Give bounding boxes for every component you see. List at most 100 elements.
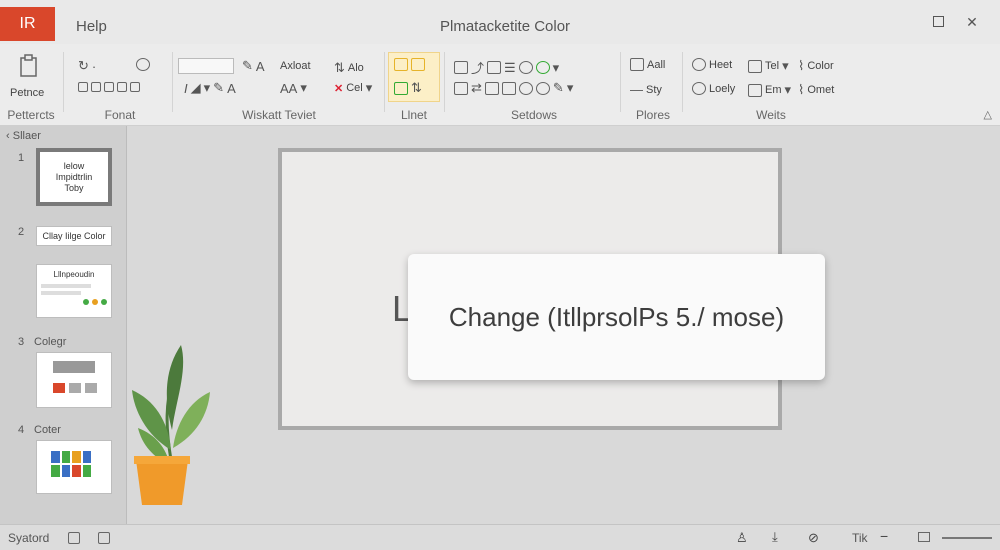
table-icon bbox=[454, 61, 468, 74]
heet-button[interactable]: Heet bbox=[692, 58, 732, 71]
slide-thumbnail-5[interactable] bbox=[36, 440, 112, 494]
zoom-slider[interactable] bbox=[942, 537, 992, 539]
ribbon-group-setdows: ⤴ ☰ ▾ ⇄ ✎ ▾ Setdows bbox=[448, 44, 620, 126]
grid-icon bbox=[487, 61, 502, 74]
note-icon bbox=[394, 58, 408, 71]
status-bar: Syatord ♙ ⤓ ⊘ Tik − bbox=[0, 524, 1000, 550]
square-icon bbox=[932, 16, 944, 27]
ring-icon bbox=[535, 81, 550, 95]
ribbon-group-font: ↻ · Fonat bbox=[66, 44, 174, 126]
group-label-setdows: Setdows bbox=[510, 108, 558, 122]
group-label-pettercts: Pettercts bbox=[7, 108, 55, 122]
tel-button[interactable]: Tel ▾ bbox=[748, 58, 789, 74]
close-icon: ✕ bbox=[966, 14, 978, 30]
slide-thumbnail-1[interactable]: lelow Impidtrlin Toby bbox=[36, 148, 112, 206]
thumbnail-line bbox=[41, 284, 91, 288]
close-button[interactable]: ✕ bbox=[962, 14, 982, 31]
pen-tool[interactable]: ✎ A bbox=[242, 58, 265, 74]
pen-icon: ✎ bbox=[552, 80, 564, 95]
alo-button[interactable]: ⇅ Alo bbox=[334, 60, 364, 76]
share-button[interactable]: ⊘ bbox=[808, 530, 819, 546]
frame-icon bbox=[117, 82, 127, 92]
aall-button[interactable]: Aall bbox=[630, 58, 665, 71]
thumbnail-block-gray bbox=[85, 383, 97, 393]
accessibility-button[interactable]: ♙ bbox=[736, 530, 748, 546]
brush-icon: ⌇ bbox=[798, 58, 805, 73]
thumbnail-text: lelow Impidtrlin Toby bbox=[55, 160, 93, 193]
clipboard-icon bbox=[20, 54, 37, 77]
sidebar-header[interactable]: ‹ Sllaer bbox=[6, 130, 41, 142]
pen-icon: ✎ bbox=[242, 58, 253, 73]
download-button[interactable]: ⤓ bbox=[772, 529, 778, 545]
chevron-left-icon: ‹ bbox=[6, 130, 13, 142]
sort-icon: ⇅ bbox=[334, 60, 345, 75]
ribbon-separator bbox=[63, 52, 64, 112]
font-tool-1[interactable]: ↻ · bbox=[78, 58, 96, 74]
pen-icon: ✎ bbox=[213, 80, 225, 95]
zoom-label: Tik bbox=[852, 531, 868, 545]
sort-icon: ⇅ bbox=[411, 80, 422, 95]
slide-thumbnail-3[interactable]: Lllnpeoudin bbox=[36, 264, 112, 318]
collapse-ribbon-icon[interactable]: △ bbox=[984, 108, 992, 121]
color-button[interactable]: ⌇ Color bbox=[798, 58, 834, 74]
llnet-tool-1[interactable] bbox=[394, 58, 425, 71]
font-tool-2[interactable] bbox=[136, 58, 150, 71]
ribbon-separator bbox=[172, 52, 173, 112]
settings-icon bbox=[692, 58, 706, 71]
circle-icon bbox=[518, 61, 533, 74]
group-label-fonat: Fonat bbox=[104, 108, 136, 122]
slide-number: 4 bbox=[18, 424, 25, 436]
tooltip-popup: Change (ItllprsolPs 5./ mose) bbox=[408, 254, 825, 380]
status-left-text: Syatord bbox=[8, 531, 50, 545]
shape-icon bbox=[518, 81, 533, 95]
arrow-icon: ⤴ bbox=[471, 61, 485, 76]
arrow-icon: ⇄ bbox=[471, 80, 482, 95]
ribbon-separator bbox=[682, 52, 683, 112]
notes-icon bbox=[98, 532, 110, 544]
axloat-button[interactable]: Axloat bbox=[280, 60, 311, 72]
cel-button[interactable]: ✕ Cel ▾ bbox=[334, 80, 372, 96]
ribbon-separator bbox=[444, 52, 445, 112]
menu-help[interactable]: Help bbox=[76, 18, 107, 35]
sty-button[interactable]: — Sty bbox=[630, 82, 662, 97]
restore-button[interactable] bbox=[928, 14, 948, 30]
slide-thumbnail-4[interactable] bbox=[36, 352, 112, 408]
italic-icon: I bbox=[184, 80, 188, 96]
grid-icon bbox=[78, 82, 88, 92]
loely-button[interactable]: Loely bbox=[692, 82, 735, 95]
app-badge[interactable]: IR bbox=[0, 7, 55, 41]
text-size-tools[interactable]: AA ▾ bbox=[280, 80, 307, 96]
link-icon: ⊘ bbox=[808, 530, 819, 545]
tooltip-text: Change (ItllprsolPs 5./ mose) bbox=[448, 301, 785, 332]
fit-slide-button[interactable] bbox=[918, 532, 930, 542]
line-icon: — bbox=[630, 82, 643, 97]
document-title: Plmatacketite Color bbox=[440, 18, 571, 35]
slide-thumbnail-2[interactable]: Cllay Iilge Color bbox=[36, 226, 112, 246]
font-name-input[interactable] bbox=[178, 58, 234, 74]
download-icon: ⤓ bbox=[772, 529, 778, 544]
layout-icon bbox=[104, 82, 114, 92]
grid-icon bbox=[484, 81, 499, 95]
format-icon: ↻ bbox=[78, 58, 89, 73]
ribbon-group-paste: Petnce Pettercts bbox=[0, 44, 62, 126]
zoom-out-button[interactable]: − bbox=[880, 528, 888, 544]
llnet-tool-2[interactable]: ⇅ bbox=[394, 80, 422, 96]
table-icon bbox=[748, 83, 762, 97]
font-tool-row[interactable] bbox=[78, 82, 140, 92]
copy-icon bbox=[411, 58, 425, 71]
omet-button[interactable]: ⌇ Omet bbox=[798, 82, 834, 98]
ribbon-group-plores: Aall — Sty Plores bbox=[624, 44, 682, 126]
em-button[interactable]: Em ▾ bbox=[748, 82, 791, 98]
setdows-row-2[interactable]: ⇄ ✎ ▾ bbox=[454, 80, 573, 96]
thumbnail-line bbox=[41, 291, 81, 295]
setdows-row-1[interactable]: ⤴ ☰ ▾ bbox=[454, 58, 559, 77]
notes-button[interactable] bbox=[98, 531, 110, 549]
shape-icon bbox=[136, 58, 150, 71]
palette-icon bbox=[535, 61, 550, 74]
grid-view-button[interactable] bbox=[68, 531, 80, 549]
slide-number: 3 bbox=[18, 336, 25, 348]
thumbnail-block-gray bbox=[69, 383, 81, 393]
italic-tools[interactable]: I ◢ ▾ ✎ A bbox=[184, 80, 236, 96]
chart-icon bbox=[394, 81, 408, 95]
paste-button[interactable] bbox=[18, 54, 40, 78]
